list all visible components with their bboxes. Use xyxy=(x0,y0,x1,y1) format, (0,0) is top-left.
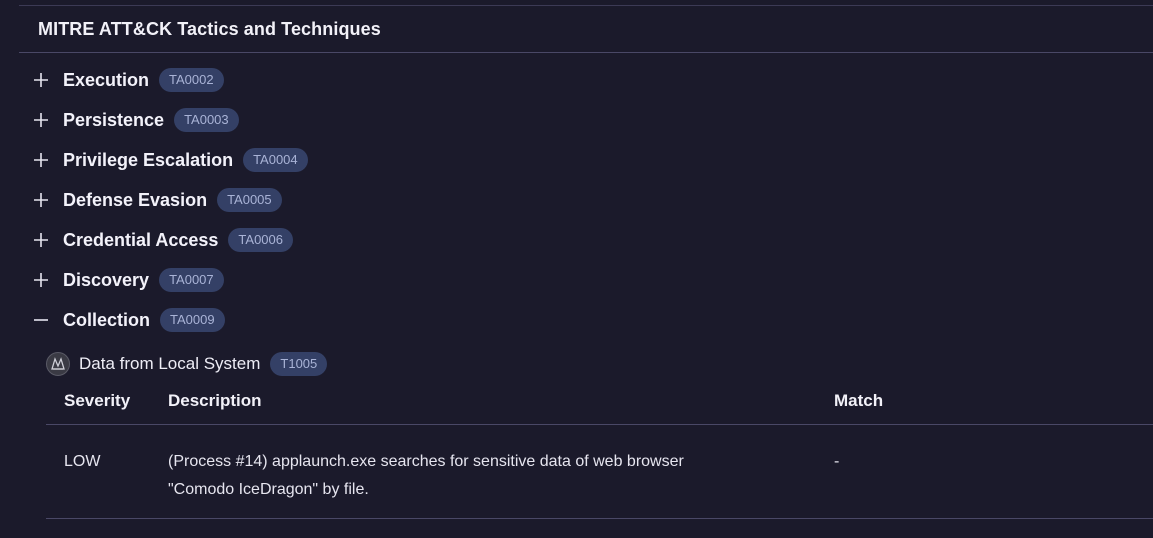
description-line: "Comodo IceDragon" by file. xyxy=(168,481,369,498)
table-row: LOW (Process #14) applaunch.exe searches… xyxy=(46,425,1153,519)
tactic-name: Defense Evasion xyxy=(63,189,208,210)
column-header-match: Match xyxy=(834,391,884,410)
tactic-id-badge: TA0007 xyxy=(159,268,224,292)
description-line: (Process #14) applaunch.exe searches for… xyxy=(168,453,684,470)
severity-cell: LOW xyxy=(64,453,101,470)
minus-icon[interactable] xyxy=(30,309,52,331)
tactic-id-badge: TA0006 xyxy=(228,228,293,252)
tactic-name: Persistence xyxy=(63,109,165,130)
tactic-name: Collection xyxy=(63,309,151,330)
tactic-id-badge: TA0005 xyxy=(217,188,282,212)
table-header-row: Severity Description Match xyxy=(46,381,1153,425)
technique-id-badge: T1005 xyxy=(270,352,328,376)
tactic-name: Credential Access xyxy=(63,229,219,250)
plus-icon[interactable] xyxy=(30,109,52,131)
panel-header: MITRE ATT&CK Tactics and Techniques xyxy=(19,6,1153,53)
plus-icon[interactable] xyxy=(30,149,52,171)
column-header-severity: Severity xyxy=(64,391,131,410)
tactic-row-collection[interactable]: Collection TA0009 xyxy=(30,300,1130,340)
tactic-name: Discovery xyxy=(63,269,150,290)
tactic-list: Execution TA0002 Persistence TA0003 Priv… xyxy=(30,60,1130,340)
tactic-id-badge: TA0002 xyxy=(159,68,224,92)
description-cell: (Process #14) applaunch.exe searches for… xyxy=(168,448,808,504)
tactic-id-badge: TA0003 xyxy=(174,108,239,132)
tactic-id-badge: TA0009 xyxy=(160,308,225,332)
technique-row[interactable]: Data from Local System T1005 xyxy=(46,350,328,378)
tactic-row-persistence[interactable]: Persistence TA0003 xyxy=(30,100,1130,140)
mitre-logo-icon xyxy=(46,352,70,376)
tactic-row-discovery[interactable]: Discovery TA0007 xyxy=(30,260,1130,300)
technique-name: Data from Local System xyxy=(79,354,261,373)
panel-title: MITRE ATT&CK Tactics and Techniques xyxy=(38,18,381,39)
match-cell: - xyxy=(834,453,840,470)
tactic-row-privilege-escalation[interactable]: Privilege Escalation TA0004 xyxy=(30,140,1130,180)
tactic-name: Privilege Escalation xyxy=(63,149,234,170)
plus-icon[interactable] xyxy=(30,189,52,211)
tactic-row-execution[interactable]: Execution TA0002 xyxy=(30,60,1130,100)
tactic-id-badge: TA0004 xyxy=(243,148,308,172)
column-header-description: Description xyxy=(168,391,262,410)
plus-icon[interactable] xyxy=(30,229,52,251)
tactic-name: Execution xyxy=(63,69,150,90)
technique-table: Severity Description Match LOW (Process … xyxy=(46,381,1153,519)
plus-icon[interactable] xyxy=(30,69,52,91)
tactic-row-defense-evasion[interactable]: Defense Evasion TA0005 xyxy=(30,180,1130,220)
tactic-row-credential-access[interactable]: Credential Access TA0006 xyxy=(30,220,1130,260)
mitre-panel: MITRE ATT&CK Tactics and Techniques Exec… xyxy=(0,0,1153,538)
plus-icon[interactable] xyxy=(30,269,52,291)
